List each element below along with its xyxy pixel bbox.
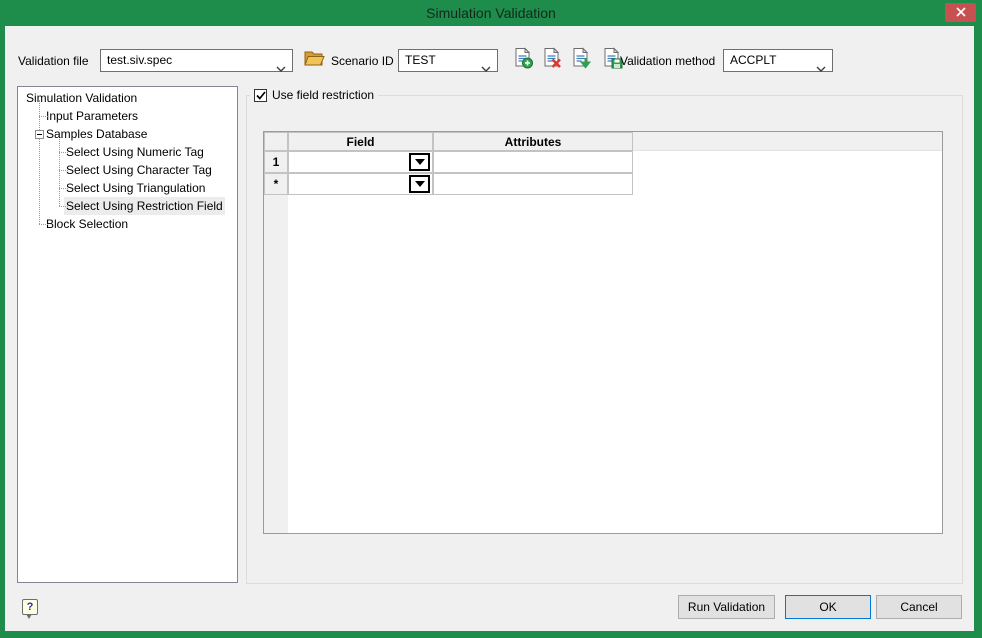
scenario-id-value: TEST (405, 53, 436, 67)
navigation-tree: Simulation Validation Input Parameters S… (17, 86, 238, 583)
field-cell-row-star[interactable] (288, 173, 433, 195)
cancel-button[interactable]: Cancel (876, 595, 962, 619)
scenario-id-label: Scenario ID (331, 53, 394, 69)
use-field-restriction-label: Use field restriction (272, 88, 374, 103)
import-document-button[interactable] (568, 48, 593, 73)
grid-corner-header (264, 132, 288, 151)
title-bar[interactable]: Simulation Validation (0, 0, 982, 26)
window-title: Simulation Validation (0, 0, 982, 26)
restriction-field-grid: Field Attributes 1 * (263, 131, 943, 534)
validation-file-combobox[interactable]: test.siv.spec (100, 49, 293, 72)
dropdown-arrow-icon (415, 159, 425, 165)
chevron-down-icon (276, 58, 286, 79)
chevron-down-icon (816, 58, 826, 79)
simulation-validation-dialog: Simulation Validation Validation file te… (0, 0, 982, 638)
field-dropdown-button[interactable] (409, 153, 430, 171)
column-header-attributes[interactable]: Attributes (433, 132, 633, 151)
tree-item-select-using-numeric-tag[interactable]: Select Using Numeric Tag (18, 143, 237, 161)
tree-item-input-parameters[interactable]: Input Parameters (18, 107, 237, 125)
tree-item-select-using-restriction-field[interactable]: Select Using Restriction Field (18, 197, 237, 215)
dialog-body: Validation file test.siv.spec Scenario I… (5, 26, 974, 631)
scenario-id-combobox[interactable]: TEST (398, 49, 498, 72)
checkbox-checked-icon (254, 89, 267, 102)
ok-button[interactable]: OK (785, 595, 871, 619)
tree-item-select-using-triangulation[interactable]: Select Using Triangulation (18, 179, 237, 197)
add-document-button[interactable] (510, 48, 535, 73)
chevron-down-icon (481, 58, 491, 79)
help-button[interactable]: ? (22, 599, 38, 615)
field-cell-row-1[interactable] (288, 151, 433, 173)
delete-document-icon (541, 47, 563, 74)
attributes-cell-row-1[interactable] (433, 151, 633, 173)
attributes-cell-row-star[interactable] (433, 173, 633, 195)
import-document-icon (570, 47, 592, 74)
field-dropdown-button[interactable] (409, 175, 430, 193)
row-header-star[interactable]: * (264, 173, 288, 195)
validation-method-value: ACCPLT (730, 53, 776, 67)
tree-item-samples-database[interactable]: Samples Database (18, 125, 237, 143)
row-header-1[interactable]: 1 (264, 151, 288, 173)
tree-item-select-using-character-tag[interactable]: Select Using Character Tag (18, 161, 237, 179)
open-folder-icon (303, 48, 325, 73)
validation-method-combobox[interactable]: ACCPLT (723, 49, 833, 72)
tree-item-simulation-validation[interactable]: Simulation Validation (18, 89, 237, 107)
delete-document-button[interactable] (539, 48, 564, 73)
close-button[interactable] (945, 3, 976, 22)
validation-method-label: Validation method (620, 53, 715, 69)
use-field-restriction-checkbox[interactable]: Use field restriction (250, 87, 378, 104)
close-icon (956, 4, 966, 22)
validation-file-value: test.siv.spec (107, 53, 172, 67)
help-icon: ? (27, 601, 34, 613)
open-folder-button[interactable] (301, 48, 326, 73)
add-document-icon (512, 47, 534, 74)
run-validation-button[interactable]: Run Validation (678, 595, 775, 619)
validation-file-label: Validation file (18, 53, 89, 69)
column-header-field[interactable]: Field (288, 132, 433, 151)
dropdown-arrow-icon (415, 181, 425, 187)
tree-item-block-selection[interactable]: Block Selection (18, 215, 237, 233)
